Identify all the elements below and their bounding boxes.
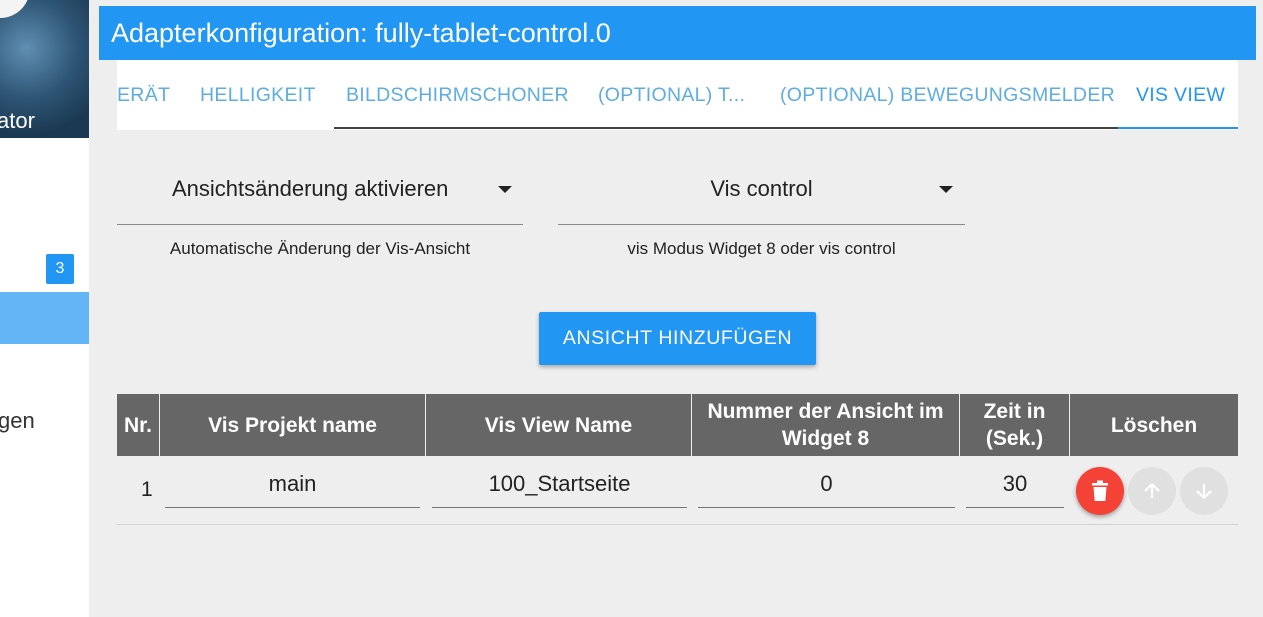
row-divider bbox=[117, 524, 1238, 525]
move-down-button[interactable] bbox=[1180, 467, 1228, 515]
logo-ring bbox=[0, 0, 30, 18]
vis-project-name-input[interactable]: main bbox=[165, 460, 420, 508]
column-header-time: Zeit in (Sek.) bbox=[960, 394, 1070, 456]
move-up-button[interactable] bbox=[1128, 467, 1176, 515]
sidebar-item-label[interactable]: gen bbox=[0, 408, 35, 434]
vis-mode-helper: vis Modus Widget 8 oder vis control bbox=[627, 239, 896, 258]
column-header-nr: Nr. bbox=[117, 394, 160, 456]
add-view-button[interactable]: ANSICHT HINZUFÜGEN bbox=[539, 312, 816, 365]
delete-row-button[interactable] bbox=[1076, 467, 1124, 515]
column-header-delete: Löschen bbox=[1070, 394, 1238, 456]
tab-bewegungsmelder[interactable]: (OPTIONAL) BEWEGUNGSMELDER bbox=[780, 60, 1115, 130]
tab-bildschirmschoner[interactable]: BILDSCHIRMSCHONER bbox=[346, 60, 569, 130]
tab-helligkeit[interactable]: HELLIGKEIT bbox=[200, 60, 316, 130]
tab-optional-t[interactable]: (OPTIONAL) T... bbox=[598, 60, 745, 130]
count-badge: 3 bbox=[46, 254, 74, 284]
sidebar-item-active[interactable] bbox=[0, 292, 89, 344]
tab-bar: ERÄT HELLIGKEIT BILDSCHIRMSCHONER (OPTIO… bbox=[117, 60, 1238, 130]
dropdown-arrow-icon bbox=[498, 186, 512, 193]
column-header-view: Vis View Name bbox=[426, 394, 692, 456]
view-change-value: Ansichtsänderung aktivieren bbox=[172, 176, 449, 201]
column-header-widget-number: Nummer der Ansicht im Widget 8 bbox=[692, 394, 960, 456]
tab-geraet[interactable]: ERÄT bbox=[117, 60, 170, 130]
vis-view-name-input[interactable]: 100_Startseite bbox=[432, 460, 687, 508]
dialog-title-bar: Adapterkonfiguration: fully-tablet-contr… bbox=[99, 6, 1256, 60]
column-header-project: Vis Projekt name bbox=[160, 394, 426, 456]
view-change-helper: Automatische Änderung der Vis-Ansicht bbox=[169, 239, 471, 258]
row-number: 1 bbox=[141, 478, 153, 501]
sidebar-banner-text: ator bbox=[0, 108, 35, 133]
arrow-up-icon bbox=[1144, 483, 1160, 498]
dropdown-arrow-icon bbox=[939, 186, 953, 193]
vis-mode-value: Vis control bbox=[710, 176, 813, 201]
sidebar: ator 3 gen bbox=[0, 0, 89, 617]
time-seconds-input[interactable]: 30 bbox=[966, 460, 1064, 508]
delete-icon bbox=[1092, 480, 1108, 501]
arrow-down-icon bbox=[1196, 484, 1212, 499]
widget-number-input[interactable]: 0 bbox=[698, 460, 955, 508]
tab-bar-divider bbox=[334, 127, 1118, 129]
tab-active-indicator bbox=[1118, 127, 1238, 129]
dialog-title: Adapterkonfiguration: fully-tablet-contr… bbox=[111, 17, 611, 48]
tab-vis-view[interactable]: VIS VIEW bbox=[1136, 60, 1225, 130]
